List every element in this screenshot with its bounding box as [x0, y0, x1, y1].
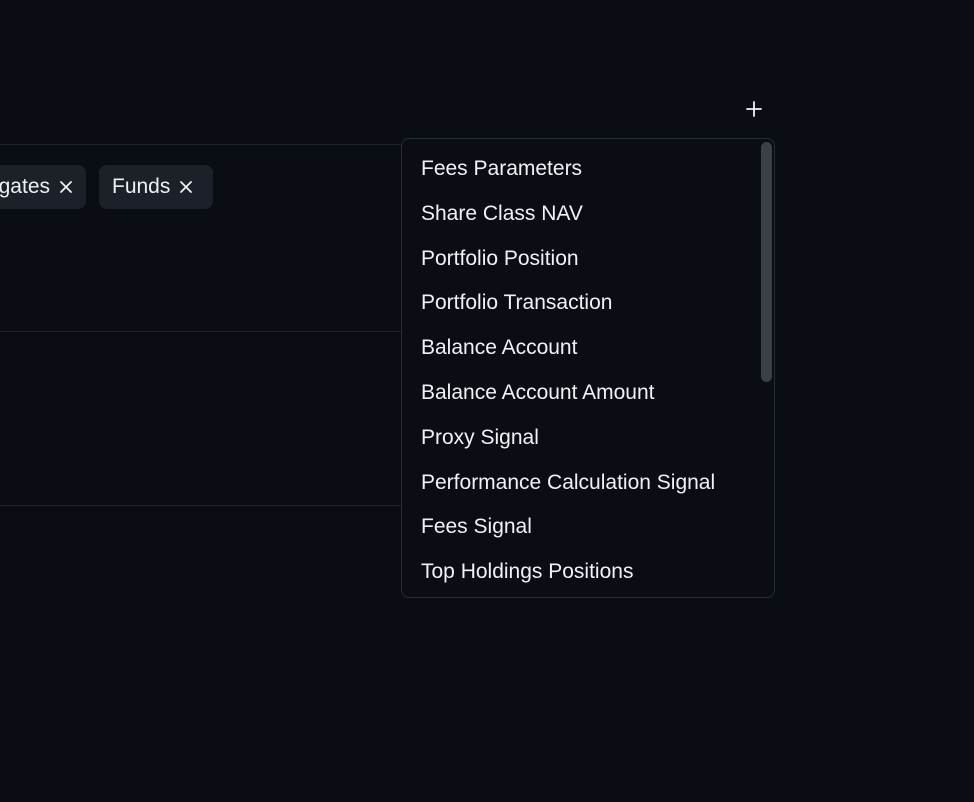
dropdown-item[interactable]: Fees Parameters [402, 147, 774, 192]
dropdown-list: Fees Parameters Share Class NAV Portfoli… [402, 139, 774, 595]
dropdown-item[interactable]: Top Holdings Positions [402, 550, 774, 595]
dropdown-item[interactable]: Fees Signal [402, 505, 774, 550]
divider [0, 331, 401, 332]
page: gates Funds Fees Parameters Share Class … [0, 0, 974, 802]
dropdown-item[interactable]: Balance Account [402, 326, 774, 371]
add-button[interactable] [740, 95, 768, 123]
chip-funds: Funds [99, 165, 213, 209]
scrollbar-thumb[interactable] [761, 142, 772, 382]
dropdown-item[interactable]: Performance Calculation Signal [402, 461, 774, 506]
chip-label: gates [0, 175, 50, 198]
divider [0, 505, 401, 506]
divider [0, 144, 401, 145]
chip-label: Funds [112, 175, 171, 198]
dropdown-item[interactable]: Portfolio Position [402, 237, 774, 282]
dropdown-item[interactable]: Proxy Signal [402, 416, 774, 461]
remove-chip-button[interactable] [58, 179, 74, 195]
dropdown-menu: Fees Parameters Share Class NAV Portfoli… [401, 138, 775, 598]
scrollbar[interactable] [758, 139, 774, 597]
dropdown-item[interactable]: Share Class NAV [402, 192, 774, 237]
plus-icon [746, 101, 762, 117]
dropdown-item[interactable]: Balance Account Amount [402, 371, 774, 416]
remove-chip-button[interactable] [178, 179, 194, 195]
close-icon [60, 181, 72, 193]
close-icon [180, 181, 193, 193]
chip-aggregates: gates [0, 165, 86, 209]
dropdown-item[interactable]: Portfolio Transaction [402, 281, 774, 326]
